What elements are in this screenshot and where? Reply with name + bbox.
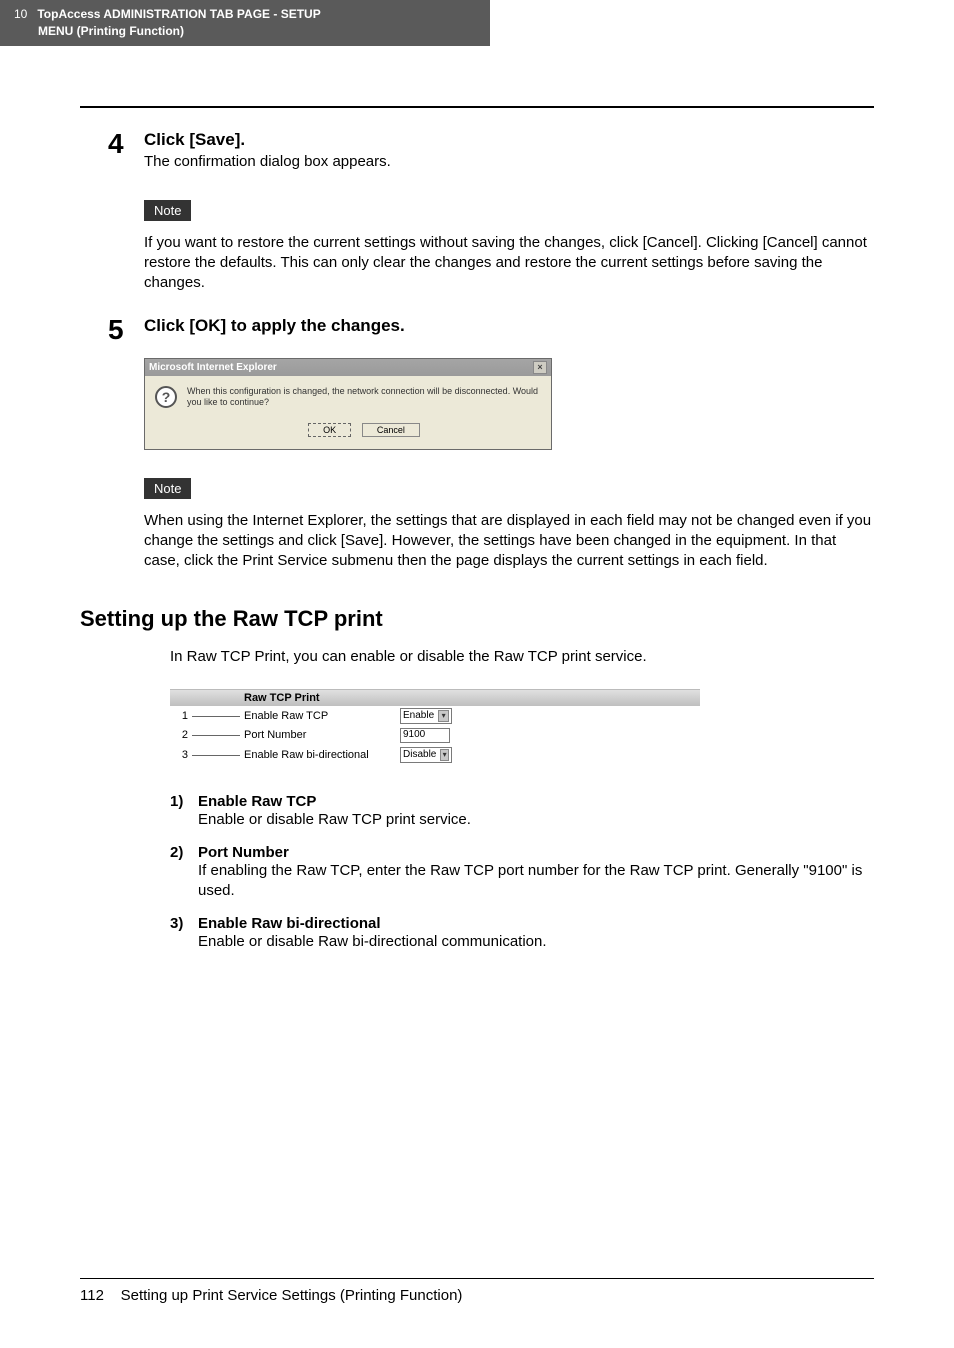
raw-tcp-settings-screenshot: Raw TCP Print 1 Enable Raw TCP Enable ▾ … bbox=[170, 689, 700, 765]
raw-tcp-row: 3 Enable Raw bi-directional Disable ▾ bbox=[170, 745, 700, 765]
callout-number: 2 bbox=[170, 729, 188, 741]
definition-item: 1) Enable Raw TCP Enable or disable Raw … bbox=[170, 793, 874, 830]
footer-title: Setting up Print Service Settings (Print… bbox=[121, 1287, 463, 1304]
dialog-title: Microsoft Internet Explorer bbox=[149, 362, 277, 373]
definition-number: 3) bbox=[170, 915, 198, 952]
chapter-number: 10 bbox=[14, 6, 34, 23]
field-label: Enable Raw TCP bbox=[240, 710, 400, 722]
raw-tcp-row: 2 Port Number 9100 bbox=[170, 726, 700, 745]
chevron-down-icon: ▾ bbox=[440, 749, 449, 761]
chapter-title-line2: MENU (Printing Function) bbox=[38, 24, 184, 38]
step-4: 4 Click [Save]. The confirmation dialog … bbox=[108, 130, 954, 172]
definition-item: 3) Enable Raw bi-directional Enable or d… bbox=[170, 915, 874, 952]
callout-number: 3 bbox=[170, 749, 188, 761]
section-heading: Setting up the Raw TCP print bbox=[80, 606, 954, 632]
step-number: 5 bbox=[108, 316, 130, 344]
step-title: Click [OK] to apply the changes. bbox=[144, 316, 954, 336]
chapter-title-line1: TopAccess ADMINISTRATION TAB PAGE - SETU… bbox=[37, 7, 320, 21]
chapter-header-tab: 10 TopAccess ADMINISTRATION TAB PAGE - S… bbox=[0, 0, 490, 46]
ok-button[interactable]: OK bbox=[308, 423, 351, 437]
close-icon[interactable]: × bbox=[533, 361, 547, 374]
definition-title: Port Number bbox=[198, 844, 874, 861]
step-title: Click [Save]. bbox=[144, 130, 954, 150]
note-text: When using the Internet Explorer, the se… bbox=[144, 511, 874, 572]
callout-number: 1 bbox=[170, 710, 188, 722]
dialog-titlebar: Microsoft Internet Explorer × bbox=[145, 359, 551, 376]
field-label: Port Number bbox=[240, 729, 400, 741]
definitions-list: 1) Enable Raw TCP Enable or disable Raw … bbox=[170, 793, 874, 953]
definition-number: 1) bbox=[170, 793, 198, 830]
enable-raw-tcp-dropdown[interactable]: Enable ▾ bbox=[400, 708, 452, 724]
note-label: Note bbox=[144, 200, 191, 221]
step-number: 4 bbox=[108, 130, 130, 172]
leader-line bbox=[192, 755, 240, 756]
cancel-button[interactable]: Cancel bbox=[362, 423, 420, 437]
step-text: The confirmation dialog box appears. bbox=[144, 152, 954, 172]
chevron-down-icon: ▾ bbox=[438, 710, 449, 722]
field-label: Enable Raw bi-directional bbox=[240, 749, 400, 761]
dropdown-value: Disable bbox=[403, 749, 436, 760]
definition-text: Enable or disable Raw bi-directional com… bbox=[198, 932, 874, 952]
leader-line bbox=[192, 716, 240, 717]
definition-item: 2) Port Number If enabling the Raw TCP, … bbox=[170, 844, 874, 902]
footer-rule bbox=[80, 1278, 874, 1279]
definition-text: Enable or disable Raw TCP print service. bbox=[198, 810, 874, 830]
dialog-message: When this configuration is changed, the … bbox=[187, 386, 541, 409]
dropdown-value: Enable bbox=[403, 710, 434, 721]
step-5: 5 Click [OK] to apply the changes. bbox=[108, 316, 954, 344]
raw-tcp-heading: Raw TCP Print bbox=[170, 689, 700, 706]
definition-number: 2) bbox=[170, 844, 198, 902]
raw-tcp-row: 1 Enable Raw TCP Enable ▾ bbox=[170, 706, 700, 726]
definition-text: If enabling the Raw TCP, enter the Raw T… bbox=[198, 861, 874, 902]
definition-title: Enable Raw bi-directional bbox=[198, 915, 874, 932]
ie-dialog-screenshot: Microsoft Internet Explorer × ? When thi… bbox=[144, 358, 552, 450]
note-text: If you want to restore the current setti… bbox=[144, 233, 874, 294]
top-horizontal-rule bbox=[80, 106, 874, 108]
leader-line bbox=[192, 735, 240, 736]
page-footer: 112 Setting up Print Service Settings (P… bbox=[80, 1278, 874, 1304]
note-label: Note bbox=[144, 478, 191, 499]
port-number-input[interactable]: 9100 bbox=[400, 728, 450, 743]
question-icon: ? bbox=[155, 386, 177, 408]
section-intro: In Raw TCP Print, you can enable or disa… bbox=[170, 648, 954, 665]
page-number: 112 bbox=[80, 1287, 104, 1304]
enable-raw-bidir-dropdown[interactable]: Disable ▾ bbox=[400, 747, 452, 763]
definition-title: Enable Raw TCP bbox=[198, 793, 874, 810]
